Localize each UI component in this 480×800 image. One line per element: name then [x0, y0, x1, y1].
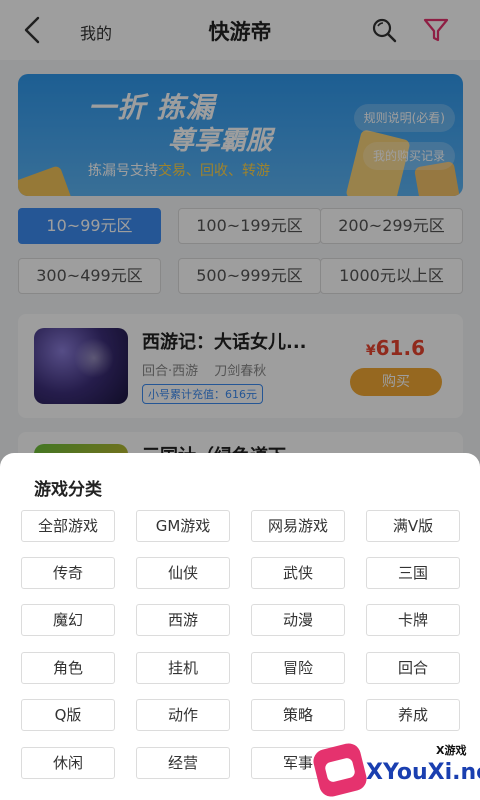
category-casual[interactable]: 休闲 — [21, 747, 115, 779]
site-watermark: X游戏 XYouXi.net — [310, 740, 480, 800]
category-raising[interactable]: 养成 — [366, 699, 460, 731]
category-xianxia[interactable]: 仙侠 — [136, 557, 230, 589]
category-fantasy[interactable]: 魔幻 — [21, 604, 115, 636]
category-idle[interactable]: 挂机 — [136, 652, 230, 684]
category-turn-based[interactable]: 回合 — [366, 652, 460, 684]
sheet-title: 游戏分类 — [34, 480, 102, 500]
category-all[interactable]: 全部游戏 — [21, 510, 115, 542]
category-netease[interactable]: 网易游戏 — [251, 510, 345, 542]
watermark-site: XYouXi.net — [366, 760, 480, 785]
category-three-kingdoms[interactable]: 三国 — [366, 557, 460, 589]
watermark-logo-icon — [310, 740, 370, 800]
category-legend[interactable]: 传奇 — [21, 557, 115, 589]
category-anime[interactable]: 动漫 — [251, 604, 345, 636]
category-q-style[interactable]: Q版 — [21, 699, 115, 731]
category-management[interactable]: 经营 — [136, 747, 230, 779]
category-journey-west[interactable]: 西游 — [136, 604, 230, 636]
category-full-vip[interactable]: 满V版 — [366, 510, 460, 542]
category-action[interactable]: 动作 — [136, 699, 230, 731]
category-wuxia[interactable]: 武侠 — [251, 557, 345, 589]
category-gm[interactable]: GM游戏 — [136, 510, 230, 542]
watermark-tag: X游戏 — [436, 744, 467, 757]
category-rpg[interactable]: 角色 — [21, 652, 115, 684]
category-strategy[interactable]: 策略 — [251, 699, 345, 731]
category-card[interactable]: 卡牌 — [366, 604, 460, 636]
category-adventure[interactable]: 冒险 — [251, 652, 345, 684]
